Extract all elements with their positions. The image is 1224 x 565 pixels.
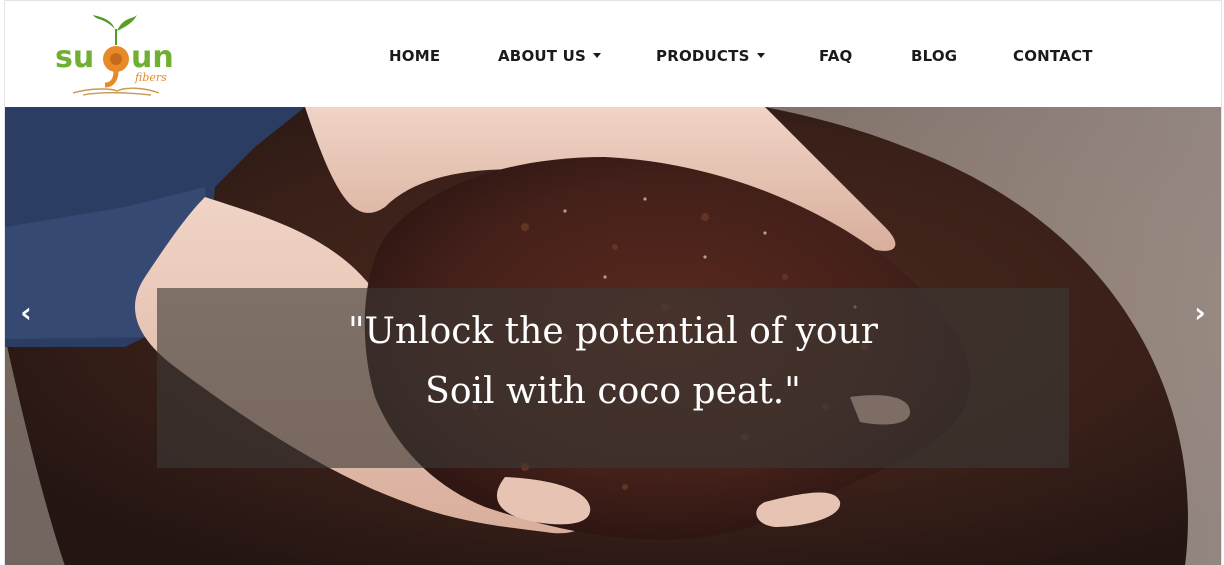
nav-faq-label: FAQ — [819, 47, 853, 65]
nav-products[interactable]: PRODUCTS — [656, 44, 765, 68]
nav-faq[interactable]: FAQ — [819, 44, 853, 68]
nav-home-label: HOME — [389, 47, 441, 65]
carousel-next-icon[interactable]: › — [1185, 295, 1215, 331]
nav-home[interactable]: HOME — [389, 44, 440, 68]
nav-about-us[interactable]: ABOUT US — [498, 44, 602, 68]
hero-carousel: "Unlock the potential of your Soil with … — [5, 107, 1221, 565]
page-frame: su un fibers HOME ABOUT US PRODUCTS FAQ … — [4, 0, 1222, 565]
caption-line-2: Soil with coco peat." — [425, 371, 801, 412]
nav-products-label: PRODUCTS — [656, 47, 750, 65]
chevron-down-icon — [593, 53, 602, 58]
logo-subtext: fibers — [134, 71, 167, 84]
chevron-down-icon — [756, 53, 765, 58]
nav-about-label: ABOUT US — [498, 47, 587, 65]
caption-text: "Unlock the potential of your Soil with … — [157, 302, 1069, 422]
main-nav: HOME ABOUT US PRODUCTS FAQ BLOG CONTACT — [5, 44, 1221, 68]
caption-line-1: "Unlock the potential of your — [347, 311, 878, 352]
nav-blog-label: BLOG — [911, 47, 958, 65]
carousel-prev-icon[interactable]: ‹ — [11, 295, 41, 331]
nav-blog[interactable]: BLOG — [911, 44, 957, 68]
nav-contact-label: CONTACT — [1013, 47, 1093, 65]
nav-contact[interactable]: CONTACT — [1013, 44, 1093, 68]
carousel-caption: "Unlock the potential of your Soil with … — [157, 288, 1069, 468]
site-header: su un fibers HOME ABOUT US PRODUCTS FAQ … — [5, 1, 1221, 107]
